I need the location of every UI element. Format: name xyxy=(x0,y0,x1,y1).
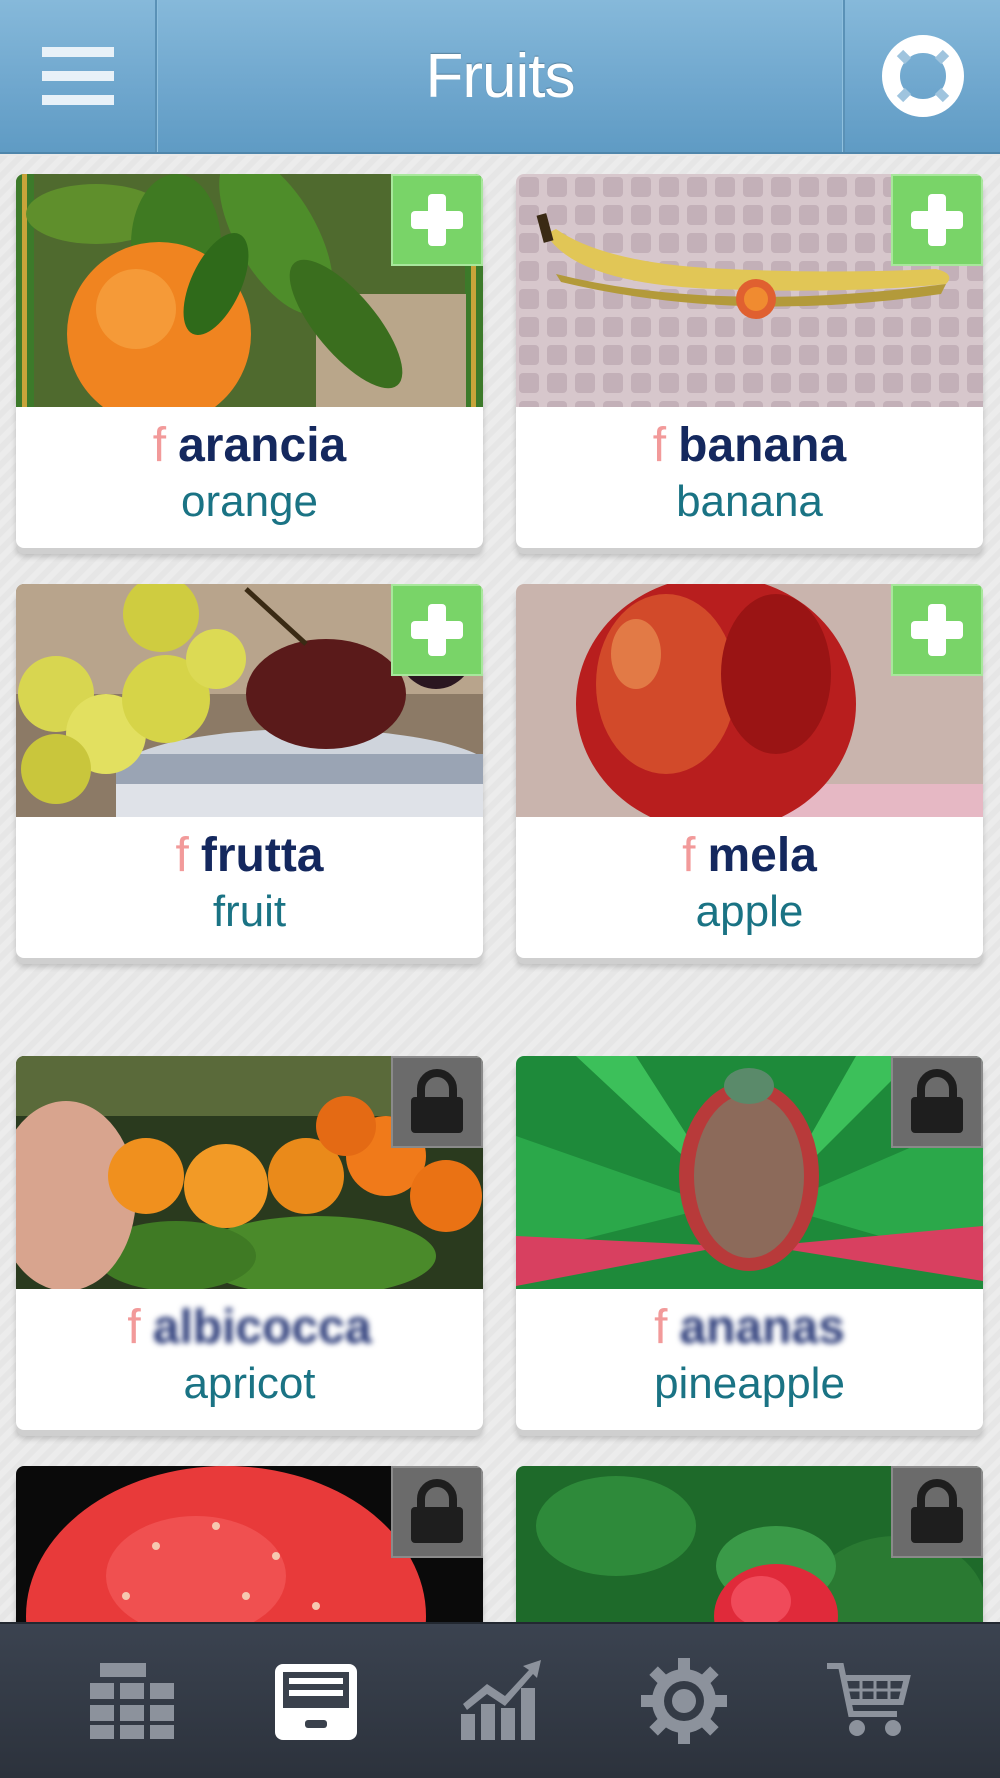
add-card-button[interactable] xyxy=(391,584,483,676)
plus-icon xyxy=(911,194,963,246)
tab-flashcards[interactable] xyxy=(256,1641,376,1761)
lock-icon xyxy=(411,1479,463,1543)
orange-photo xyxy=(16,174,483,407)
tab-settings[interactable] xyxy=(624,1641,744,1761)
lock-icon xyxy=(911,1069,963,1133)
gender-marker: f xyxy=(175,829,189,882)
english-translation: apricot xyxy=(183,1359,316,1408)
bottom-tab-bar xyxy=(0,1622,1000,1778)
lifebuoy-icon xyxy=(881,35,964,117)
hamburger-menu-icon xyxy=(41,47,114,105)
apple-photo xyxy=(516,584,983,817)
lock-icon xyxy=(911,1479,963,1543)
english-translation: pineapple xyxy=(654,1359,845,1408)
vocab-card-ananas[interactable]: f ananas pineapple xyxy=(516,1056,983,1430)
gender-marker: f xyxy=(654,1301,668,1354)
tab-progress[interactable] xyxy=(440,1641,560,1761)
tab-store[interactable] xyxy=(808,1641,928,1761)
locked-badge[interactable] xyxy=(891,1056,983,1148)
pineapple-photo xyxy=(516,1056,983,1289)
cart-icon xyxy=(827,1663,911,1736)
vocab-card-watermelon[interactable] xyxy=(16,1466,483,1622)
plus-icon xyxy=(411,194,463,246)
raspberry-photo xyxy=(516,1466,983,1622)
page-title: Fruits xyxy=(425,41,576,111)
italian-word: mela xyxy=(707,829,817,882)
help-button[interactable] xyxy=(843,0,1000,152)
vocab-card-frutta[interactable]: f frutta fruit xyxy=(16,584,483,958)
gender-marker: f xyxy=(152,419,167,472)
gender-marker: f xyxy=(682,829,696,882)
vocab-card-banana[interactable]: f banana banana xyxy=(516,174,983,548)
add-card-button[interactable] xyxy=(391,174,483,266)
menu-button[interactable] xyxy=(0,0,157,152)
vocab-card-raspberry[interactable] xyxy=(516,1466,983,1622)
card-box-icon xyxy=(275,1664,357,1740)
add-card-button[interactable] xyxy=(891,584,983,676)
gender-marker: f xyxy=(652,419,667,472)
watermelon-photo xyxy=(16,1466,483,1622)
italian-word: arancia xyxy=(178,419,347,472)
apricot-photo xyxy=(16,1056,483,1289)
english-translation: banana xyxy=(676,477,823,526)
top-header: Fruits xyxy=(0,0,1000,154)
add-card-button[interactable] xyxy=(891,174,983,266)
gender-marker: f xyxy=(127,1301,141,1354)
english-translation: orange xyxy=(180,477,318,526)
chart-icon xyxy=(461,1660,541,1740)
italian-word: albicocca xyxy=(152,1301,372,1354)
vocab-card-arancia[interactable]: f arancia orange xyxy=(16,174,483,548)
lock-icon xyxy=(411,1069,463,1133)
italian-word: banana xyxy=(678,419,847,472)
vocab-card-albicocca[interactable]: f albicocca apricot xyxy=(16,1056,483,1430)
locked-badge[interactable] xyxy=(891,1466,983,1558)
italian-word: ananas xyxy=(679,1301,845,1354)
gear-icon xyxy=(641,1658,727,1744)
tab-categories[interactable] xyxy=(72,1641,192,1761)
vocabulary-grid[interactable]: f arancia orange f banana banana f frutt… xyxy=(0,156,1000,1622)
vocab-card-mela[interactable]: f mela apple xyxy=(516,584,983,958)
fruit-bowl-photo xyxy=(16,584,483,817)
plus-icon xyxy=(911,604,963,656)
english-translation: fruit xyxy=(212,887,287,936)
locked-badge[interactable] xyxy=(391,1466,483,1558)
locked-badge[interactable] xyxy=(391,1056,483,1148)
banana-photo xyxy=(516,174,983,407)
plus-icon xyxy=(411,604,463,656)
english-translation: apple xyxy=(695,887,804,936)
italian-word: frutta xyxy=(200,829,324,882)
grid-icon xyxy=(90,1663,174,1739)
